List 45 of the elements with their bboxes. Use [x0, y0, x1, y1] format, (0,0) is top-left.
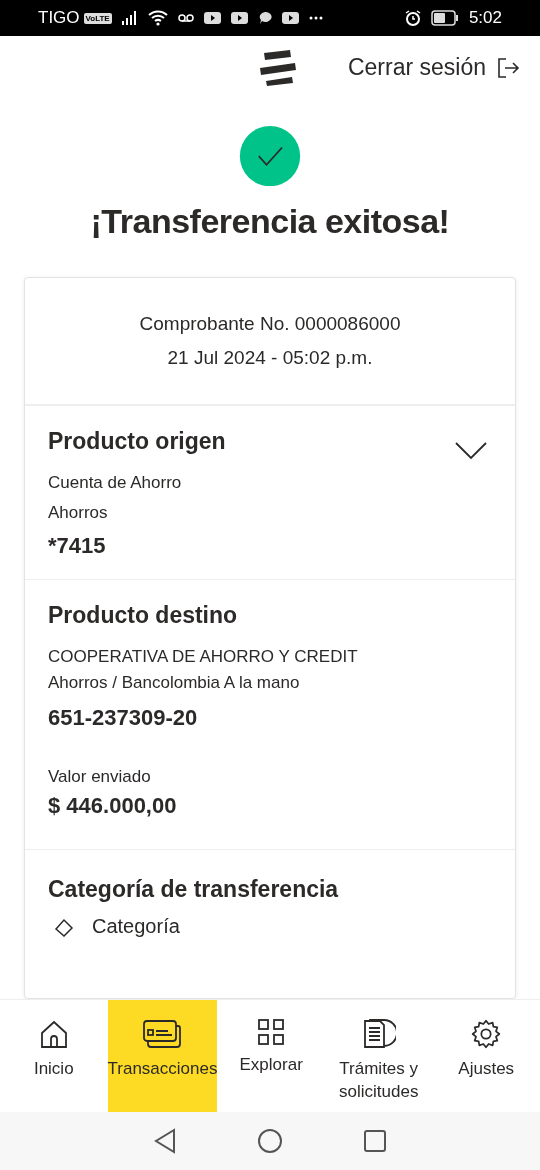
volte-badge: VoLTE — [83, 12, 112, 24]
bank-logo-icon — [257, 48, 298, 87]
alarm-icon — [404, 10, 421, 26]
nav-tab[interactable]: Inicio — [0, 1000, 108, 1112]
carrier-name: TIGO — [38, 8, 80, 28]
account-detail: Ahorros / Bancolombia A la mano — [48, 673, 301, 693]
chevron-down-icon[interactable] — [455, 442, 487, 460]
success-title: ¡Transferencia exitosa! — [90, 202, 450, 241]
documents-icon — [361, 1018, 396, 1050]
video-app-icon — [203, 12, 221, 24]
nav-tab[interactable]: Transacciones — [107, 1000, 218, 1112]
account-number: *7415 — [48, 533, 107, 559]
category-label: Categoría — [92, 915, 180, 938]
receipt-date: 21 Jul 2024 - 05:02 p.m. — [167, 347, 373, 369]
receipt-number: Comprobante No. 0000086000 — [139, 313, 401, 335]
tag-icon — [54, 916, 74, 937]
account-number: 651-237309-20 — [48, 705, 199, 731]
account-detail: Ahorros — [48, 503, 109, 523]
nav-tab[interactable]: Explorar — [217, 1000, 325, 1112]
amount-label: Valor enviado — [48, 767, 152, 787]
battery-icon — [430, 10, 459, 26]
voicemail-icon — [177, 14, 194, 22]
section-title: Categoría de transferencia — [48, 876, 339, 903]
nav-tab[interactable]: Trámites y solicitudes — [324, 1000, 433, 1112]
logout-icon — [496, 55, 520, 80]
section-title: Producto origen — [48, 428, 226, 455]
clock-time: 5:02 — [468, 8, 502, 28]
home-button-icon[interactable] — [257, 1128, 283, 1154]
grid-icon — [257, 1018, 286, 1046]
nav-tab[interactable]: Ajustes — [432, 1000, 540, 1112]
recents-icon[interactable] — [363, 1129, 387, 1153]
more-icon — [308, 16, 323, 20]
cards-icon — [142, 1018, 183, 1050]
back-icon[interactable] — [153, 1128, 177, 1154]
wifi-icon — [147, 10, 168, 26]
chat-icon — [257, 11, 272, 25]
account-detail: COOPERATIVA DE AHORRO Y CREDIT — [48, 647, 359, 667]
amount-value: $ 446.000,00 — [48, 793, 178, 819]
section-title: Producto destino — [48, 602, 238, 629]
settings-icon — [470, 1018, 503, 1050]
logout-link[interactable]: Cerrar sesión — [347, 54, 520, 82]
signal-icon — [121, 11, 138, 25]
video-app-icon — [281, 12, 299, 24]
account-detail: Cuenta de Ahorro — [48, 473, 183, 493]
video-app-icon — [230, 12, 248, 24]
